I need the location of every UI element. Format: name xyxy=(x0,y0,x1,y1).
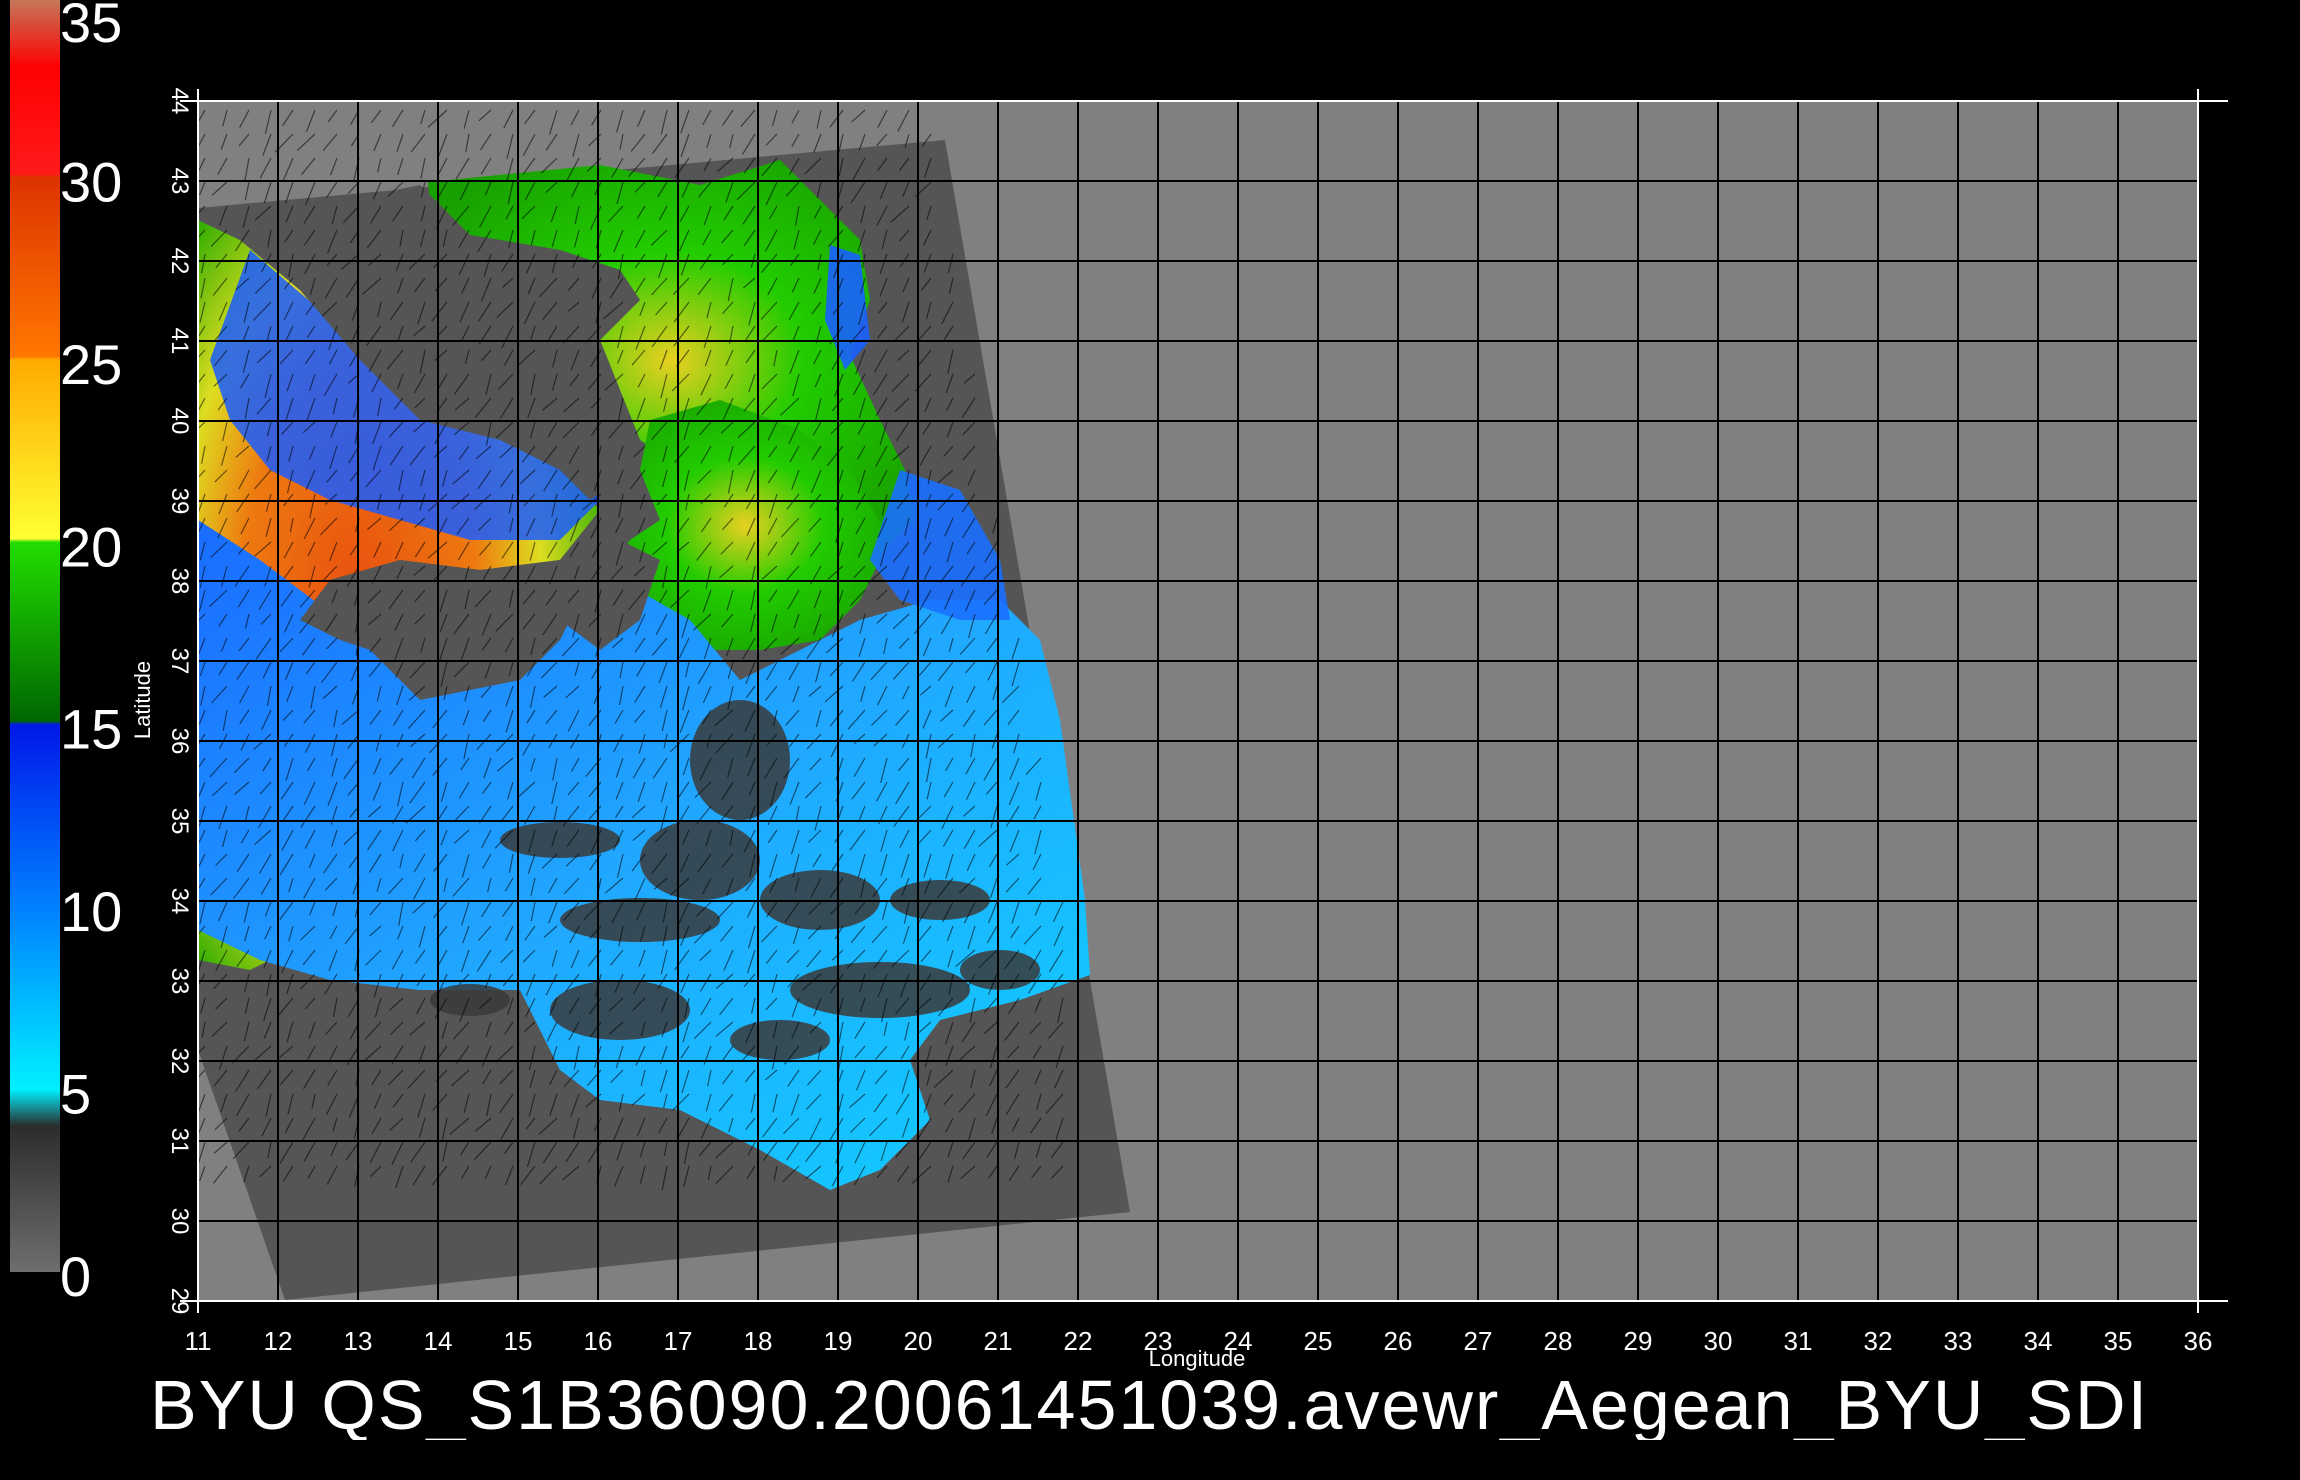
y-axis-title: Latitude xyxy=(130,661,155,739)
colorbar-label: 35 xyxy=(60,0,122,54)
longitude-tick-label: 15 xyxy=(504,1326,533,1356)
longitude-tick-label: 18 xyxy=(744,1326,773,1356)
x-axis-title: Longitude xyxy=(1149,1346,1246,1371)
longitude-tick-label: 33 xyxy=(1944,1326,1973,1356)
colorbar-label: 0 xyxy=(60,1245,91,1308)
latitude-tick-label: 41 xyxy=(166,328,193,355)
longitude-tick-label: 12 xyxy=(264,1326,293,1356)
longitude-tick-label: 22 xyxy=(1064,1326,1093,1356)
colorbar: 0 5 10 15 20 25 30 35 xyxy=(10,0,122,1308)
longitude-tick-label: 11 xyxy=(185,1326,212,1356)
longitude-tick-label: 30 xyxy=(1704,1326,1733,1356)
latitude-tick-label: 30 xyxy=(166,1208,193,1235)
longitude-tick-label: 16 xyxy=(584,1326,613,1356)
longitude-tick-label: 34 xyxy=(2024,1326,2053,1356)
latitude-tick-label: 35 xyxy=(166,808,193,835)
longitude-tick-label: 14 xyxy=(424,1326,453,1356)
longitude-tick-label: 21 xyxy=(984,1326,1013,1356)
longitude-tick-label: 32 xyxy=(1864,1326,1893,1356)
longitude-tick-label: 27 xyxy=(1464,1326,1493,1356)
latitude-tick-label: 42 xyxy=(166,248,193,275)
latitude-tick-label: 34 xyxy=(166,888,193,915)
latitude-tick-label: 36 xyxy=(166,728,193,755)
colorbar-labels: 0 5 10 15 20 25 30 35 xyxy=(60,0,122,1308)
colorbar-label: 15 xyxy=(60,698,122,761)
latitude-tick-label: 43 xyxy=(166,168,193,195)
map-plot-area: 11 12 13 14 15 16 17 18 19 20 21 22 23 24 25 26 27 28 29 30… xyxy=(130,88,2228,1371)
colorbar-bar xyxy=(10,0,60,1272)
longitude-tick-label: 19 xyxy=(824,1326,853,1356)
longitude-tick-label: 29 xyxy=(1624,1326,1653,1356)
latitude-tick-label: 39 xyxy=(166,488,193,515)
latitude-ticks: 29 30 31 32 33 34 35 36 37 38 39 40 41 42 43 44 xyxy=(166,88,193,1315)
wind-map: 0 5 10 15 20 25 30 35 11 12 13 14 15 16 17 18 1… xyxy=(10,0,2228,1371)
colorbar-label: 25 xyxy=(60,333,122,396)
longitude-tick-label: 17 xyxy=(664,1326,693,1356)
latitude-tick-label: 38 xyxy=(166,568,193,595)
latitude-tick-label: 32 xyxy=(166,1048,193,1075)
colorbar-label: 5 xyxy=(60,1063,91,1126)
colorbar-label: 30 xyxy=(60,150,122,213)
longitude-tick-label: 28 xyxy=(1544,1326,1573,1356)
latitude-tick-label: 40 xyxy=(166,408,193,435)
latitude-tick-label: 37 xyxy=(166,648,193,675)
longitude-tick-label: 35 xyxy=(2104,1326,2133,1356)
plot-title: BYU QS_S1B36090.20061451039.avewr_Aegean… xyxy=(150,1370,2150,1440)
longitude-tick-label: 36 xyxy=(2184,1326,2213,1356)
colorbar-label: 10 xyxy=(60,880,122,943)
latitude-tick-label: 29 xyxy=(166,1288,193,1315)
longitude-tick-label: 31 xyxy=(1784,1326,1813,1356)
longitude-tick-label: 13 xyxy=(344,1326,373,1356)
latitude-tick-label: 33 xyxy=(166,968,193,995)
longitude-tick-label: 20 xyxy=(904,1326,933,1356)
latitude-tick-label: 44 xyxy=(166,88,193,115)
longitude-tick-label: 25 xyxy=(1304,1326,1333,1356)
latitude-tick-label: 31 xyxy=(166,1128,193,1155)
longitude-tick-label: 26 xyxy=(1384,1326,1413,1356)
colorbar-label: 20 xyxy=(60,515,122,578)
